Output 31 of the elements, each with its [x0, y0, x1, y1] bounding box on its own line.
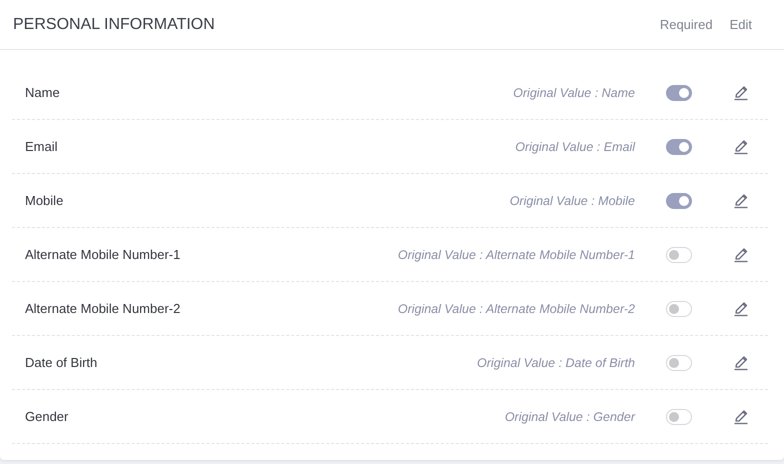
edit-icon[interactable]: [733, 300, 749, 316]
field-label: Gender: [25, 409, 70, 424]
field-label: Mobile: [25, 193, 64, 208]
edit-icon[interactable]: [733, 354, 749, 370]
field-label: Alternate Mobile Number-1: [25, 247, 182, 262]
edit-icon[interactable]: [733, 84, 749, 100]
column-header: Required: [660, 17, 713, 32]
edit-icon[interactable]: [733, 246, 749, 262]
field-label: Date of Birth: [25, 355, 98, 370]
required-toggle[interactable]: [666, 354, 692, 370]
original-value: Original Value : Name: [513, 86, 635, 100]
column-header: Edit: [730, 17, 752, 32]
original-value: Original Value : Gender: [504, 410, 635, 424]
field-label: Alternate Mobile Number-2: [25, 301, 182, 316]
required-toggle[interactable]: [666, 246, 692, 262]
required-toggle[interactable]: [666, 408, 692, 424]
field-label: Email: [25, 139, 59, 154]
original-value: Original Value : Alternate Mobile Number-1: [398, 248, 635, 262]
edit-icon[interactable]: [733, 138, 749, 154]
edit-icon[interactable]: [733, 192, 749, 208]
original-value: Original Value : Alternate Mobile Number-2: [398, 302, 635, 316]
original-value: Original Value : Date of Birth: [477, 356, 635, 370]
field-label: Name: [25, 85, 61, 100]
section-title: PERSONAL INFORMATION: [13, 16, 216, 34]
original-value: Original Value : Email: [515, 140, 635, 154]
original-value: Original Value : Mobile: [510, 194, 635, 208]
required-toggle[interactable]: [666, 84, 692, 100]
required-toggle[interactable]: [666, 300, 692, 316]
edit-icon[interactable]: [733, 408, 749, 424]
required-toggle[interactable]: [666, 138, 692, 154]
required-toggle[interactable]: [666, 192, 692, 208]
